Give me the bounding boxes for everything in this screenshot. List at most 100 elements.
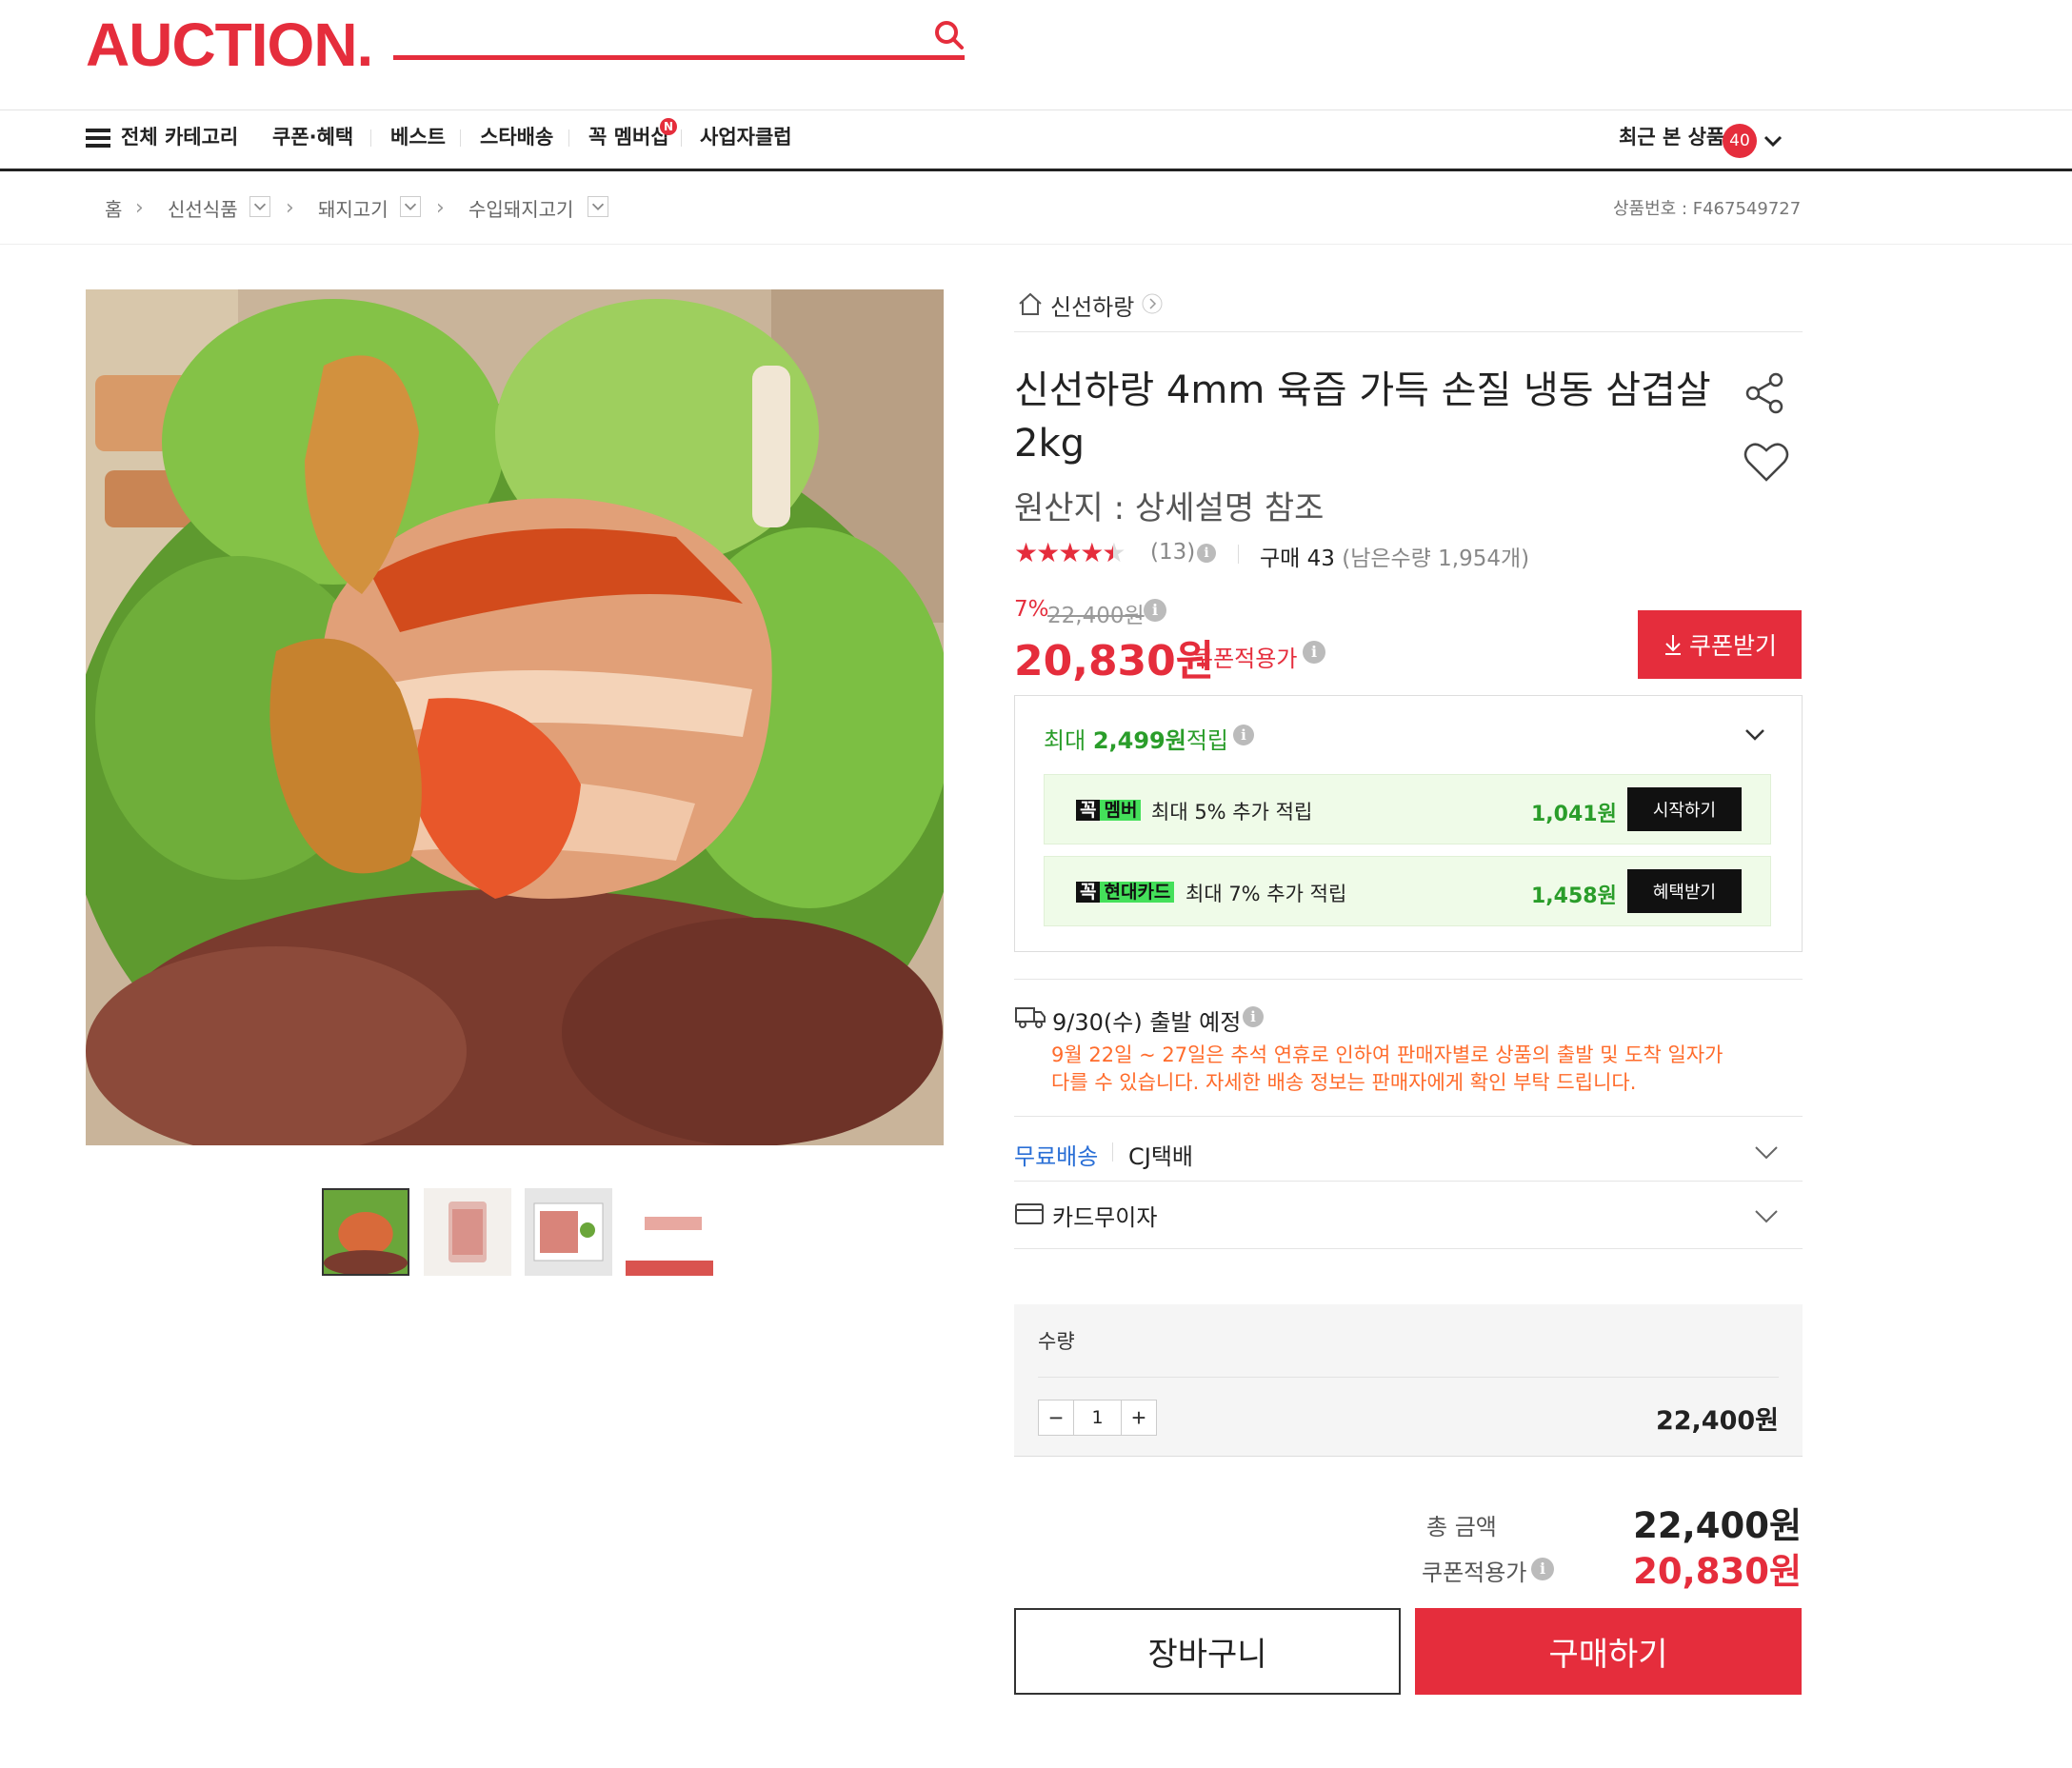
breadcrumb-item-imported-pork[interactable]: 수입돼지고기 bbox=[468, 194, 573, 222]
chevron-down-icon[interactable] bbox=[400, 196, 421, 217]
thumbnail-2[interactable] bbox=[424, 1188, 511, 1276]
recent-products-button[interactable]: 최근 본 상품 bbox=[1619, 122, 1724, 150]
minus-button[interactable]: − bbox=[1039, 1400, 1073, 1435]
reward-row-text: 최대 7% 추가 적립 bbox=[1185, 883, 1347, 905]
home-icon bbox=[1019, 292, 1042, 315]
start-membership-button[interactable]: 시작하기 bbox=[1627, 787, 1742, 831]
chevron-down-icon[interactable] bbox=[1752, 1138, 1781, 1166]
row-divider bbox=[1014, 1116, 1803, 1117]
auction-logo[interactable]: AUCTION. bbox=[86, 10, 373, 80]
chevron-down-icon[interactable] bbox=[588, 196, 608, 217]
coupon-total-value: 20,830원 bbox=[1633, 1551, 1802, 1592]
gnb-separator bbox=[681, 129, 682, 147]
quantity-price: 22,400원 bbox=[1655, 1406, 1779, 1436]
gnb-separator bbox=[460, 129, 461, 147]
membership-badge: 꼭 멤버 bbox=[1076, 796, 1142, 822]
row-divider bbox=[1014, 1248, 1803, 1249]
info-icon[interactable]: i bbox=[1233, 725, 1254, 745]
discount-rate: 7% bbox=[1014, 597, 1049, 622]
get-coupon-button[interactable]: 쿠폰받기 bbox=[1638, 610, 1802, 679]
review-count[interactable]: (13) bbox=[1150, 540, 1195, 565]
badge-tag: 꼭 bbox=[1076, 882, 1101, 903]
cart-button[interactable]: 장바구니 bbox=[1014, 1608, 1401, 1695]
get-benefit-button[interactable]: 혜택받기 bbox=[1627, 869, 1742, 913]
gnb-item-star-delivery[interactable]: 스타배송 bbox=[480, 122, 553, 150]
badge-tag: 현대카드 bbox=[1100, 882, 1175, 903]
card-installment-label[interactable]: 카드무이자 bbox=[1052, 1199, 1157, 1232]
info-icon[interactable]: i bbox=[1144, 599, 1166, 622]
credit-card-icon bbox=[1015, 1203, 1044, 1224]
badge-tag: 멤버 bbox=[1100, 800, 1142, 821]
info-icon[interactable]: i bbox=[1243, 1006, 1264, 1027]
buy-count-label: 구매 43 bbox=[1260, 546, 1335, 571]
badge-tag: 꼭 bbox=[1076, 800, 1101, 821]
info-icon[interactable]: i bbox=[1303, 641, 1325, 664]
reward-title[interactable]: 최대 2,499원적립 bbox=[1044, 722, 1228, 755]
chevron-down-icon[interactable] bbox=[1752, 1202, 1781, 1230]
thumbnail-4[interactable] bbox=[626, 1188, 713, 1276]
plus-button[interactable]: + bbox=[1122, 1400, 1156, 1435]
share-icon[interactable] bbox=[1743, 370, 1788, 416]
heart-icon[interactable] bbox=[1743, 440, 1790, 484]
gnb-item-coupon[interactable]: 쿠폰·혜택 bbox=[272, 122, 353, 150]
reward-row-value: 1,458원 bbox=[1531, 884, 1617, 908]
store-link[interactable]: 신선하랑 bbox=[1050, 288, 1134, 322]
shipping-date: 9/30(수) 출발 예정 bbox=[1052, 1009, 1242, 1036]
shipping-notice: 9월 22일 ~ 27일은 추석 연휴로 인하여 판매자별로 상품의 출발 및 … bbox=[1051, 1043, 1723, 1094]
header-divider bbox=[0, 109, 2072, 110]
reward-title-suffix: 적립 bbox=[1185, 727, 1228, 754]
recent-count-badge[interactable]: 40 bbox=[1723, 124, 1757, 158]
total-label: 총 금액 bbox=[1426, 1514, 1497, 1540]
rating-separator bbox=[1238, 545, 1239, 564]
original-price: 22,400원 bbox=[1047, 604, 1145, 628]
origin-info: 원산지 : 상세설명 참조 bbox=[1014, 489, 1325, 527]
coupon-price: 20,830원 bbox=[1014, 637, 1215, 685]
coupon-price-label: 쿠폰적용가 bbox=[1192, 646, 1298, 672]
all-categories-button[interactable]: 전체 카테고리 bbox=[121, 122, 238, 150]
rating-stars: ★★★★★★ bbox=[1014, 537, 1126, 568]
hamburger-icon[interactable] bbox=[86, 129, 110, 149]
quantity-label: 수량 bbox=[1038, 1330, 1075, 1353]
shipping-separator bbox=[1112, 1142, 1113, 1162]
gnb-item-business-club[interactable]: 사업자클럽 bbox=[700, 122, 792, 150]
quantity-value[interactable]: 1 bbox=[1073, 1400, 1122, 1435]
chevron-right-icon: › bbox=[286, 196, 294, 220]
gnb-separator bbox=[370, 129, 371, 147]
product-main-image[interactable] bbox=[86, 289, 944, 1145]
purchase-count: 구매 43 (남은수량 1,954개) bbox=[1260, 540, 1529, 572]
gnb-separator bbox=[568, 129, 569, 147]
breadcrumb-item-fresh-food[interactable]: 신선식품 bbox=[168, 194, 238, 222]
product-title: 신선하랑 4mm 육즙 가득 손질 냉동 삼겹살 2kg bbox=[1014, 368, 1711, 466]
breadcrumb-item-pork[interactable]: 돼지고기 bbox=[318, 194, 388, 222]
gnb-item-membership[interactable]: 꼭 멤버십 bbox=[588, 122, 669, 150]
reward-row-text: 최대 5% 추가 적립 bbox=[1151, 801, 1313, 824]
reward-row-value: 1,041원 bbox=[1531, 803, 1617, 826]
buy-button[interactable]: 구매하기 bbox=[1415, 1608, 1802, 1695]
thumbnail-1[interactable] bbox=[322, 1188, 409, 1276]
search-input[interactable] bbox=[393, 55, 965, 60]
product-number: 상품번호 : F467549727 bbox=[1613, 199, 1802, 219]
info-icon[interactable]: i bbox=[1197, 544, 1216, 563]
hyundai-card-badge: 꼭 현대카드 bbox=[1076, 878, 1175, 904]
shipping-divider bbox=[1014, 979, 1803, 980]
chevron-right-icon[interactable] bbox=[1142, 293, 1163, 314]
breadcrumb-home[interactable]: 홈 bbox=[105, 194, 122, 222]
chevron-down-icon[interactable] bbox=[1762, 129, 1784, 152]
store-divider bbox=[1014, 331, 1803, 332]
reward-amount: 2,499원 bbox=[1092, 727, 1186, 754]
quantity-stepper[interactable]: − 1 + bbox=[1038, 1400, 1157, 1436]
gnb-item-best[interactable]: 베스트 bbox=[390, 122, 446, 150]
get-coupon-label: 쿠폰받기 bbox=[1688, 633, 1777, 660]
chevron-down-icon[interactable] bbox=[249, 196, 270, 217]
search-icon[interactable] bbox=[933, 19, 966, 51]
chevron-right-icon: › bbox=[135, 196, 144, 220]
free-shipping-label[interactable]: 무료배송 bbox=[1014, 1138, 1098, 1171]
truck-icon bbox=[1015, 1007, 1046, 1028]
info-icon[interactable]: i bbox=[1531, 1558, 1554, 1580]
chevron-right-icon: › bbox=[436, 196, 445, 220]
breadcrumb-divider bbox=[0, 244, 2072, 245]
coupon-total-label: 쿠폰적용가 bbox=[1422, 1559, 1527, 1586]
chevron-down-icon[interactable] bbox=[1741, 721, 1769, 749]
thumbnail-3[interactable] bbox=[525, 1188, 612, 1276]
gnb-divider bbox=[0, 169, 2072, 171]
